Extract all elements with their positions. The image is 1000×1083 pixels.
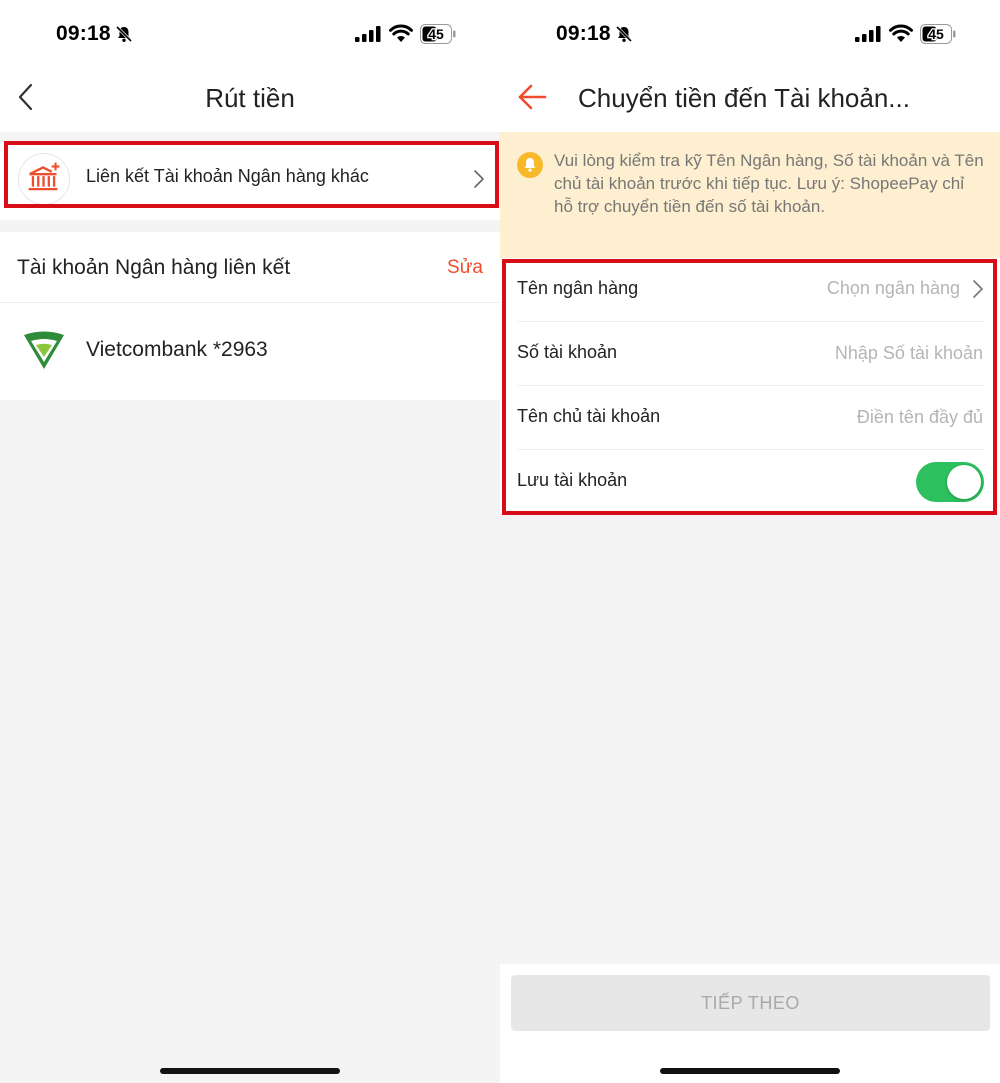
link-other-bank-row[interactable]: Liên kết Tài khoản Ngân hàng khác — [0, 142, 500, 220]
toggle-knob — [947, 465, 981, 499]
home-indicator — [160, 1068, 340, 1074]
bell-off-icon — [615, 25, 633, 43]
divider — [0, 302, 500, 303]
nav-bar: Chuyển tiền đến Tài khoản... — [500, 68, 1000, 132]
bank-account-name: Vietcombank *2963 — [86, 338, 268, 361]
wifi-icon — [889, 24, 913, 42]
battery-level: 45 — [428, 26, 444, 42]
battery-icon: 45 — [420, 24, 456, 44]
status-time: 09:18 — [556, 22, 611, 45]
link-other-bank-label: Liên kết Tài khoản Ngân hàng khác — [86, 166, 369, 186]
section-title: Tài khoản Ngân hàng liên kết — [17, 256, 291, 279]
bank-name-select[interactable]: Chọn ngân hàng — [827, 278, 960, 299]
vietcombank-logo — [24, 331, 64, 369]
bank-name-label: Tên ngân hàng — [517, 278, 639, 298]
next-button[interactable]: TIẾP THEO — [511, 975, 990, 1031]
status-time: 09:18 — [56, 22, 111, 45]
bank-name-row[interactable]: Tên ngân hàng Chọn ngân hàng — [500, 258, 1000, 322]
notice-banner: Vui lòng kiểm tra kỹ Tên Ngân hàng, Số t… — [500, 132, 1000, 258]
chevron-right-icon — [973, 280, 983, 298]
account-number-row: Số tài khoản — [500, 322, 1000, 386]
save-account-row: Lưu tài khoản — [500, 450, 1000, 514]
save-account-label: Lưu tài khoản — [517, 470, 628, 490]
bottom-action-bar: TIẾP THEO — [500, 964, 1000, 1083]
holder-name-input[interactable] — [753, 402, 983, 432]
status-bar: 09:18 45 — [0, 0, 500, 68]
page-title: Chuyển tiền đến Tài khoản... — [578, 83, 910, 113]
linked-bank-accounts: Tài khoản Ngân hàng liên kết Sửa Vietcom… — [0, 232, 500, 400]
page-title: Rút tiền — [205, 83, 295, 113]
wifi-icon — [389, 24, 413, 42]
bank-account-form: Tên ngân hàng Chọn ngân hàng Số tài khoả… — [500, 258, 1000, 514]
battery-level: 45 — [928, 26, 944, 42]
edit-button[interactable]: Sửa — [447, 257, 483, 279]
save-account-toggle[interactable] — [916, 462, 984, 502]
account-number-input[interactable] — [753, 338, 983, 368]
home-indicator — [660, 1068, 840, 1074]
chevron-right-icon — [474, 170, 484, 188]
bank-add-icon — [18, 153, 70, 205]
bell-off-icon — [115, 25, 133, 43]
back-arrow-icon[interactable] — [516, 82, 548, 112]
notice-text: Vui lòng kiểm tra kỹ Tên Ngân hàng, Số t… — [554, 151, 984, 216]
cellular-signal-icon — [355, 26, 381, 42]
holder-name-row: Tên chủ tài khoản — [500, 386, 1000, 450]
account-number-label: Số tài khoản — [517, 342, 618, 362]
withdraw-screen: 09:18 45 Rút tiền Liên kết Tài khoản Ngâ… — [0, 0, 500, 1083]
nav-bar: Rút tiền — [0, 68, 500, 132]
holder-name-label: Tên chủ tài khoản — [517, 406, 661, 426]
bell-icon — [517, 152, 543, 178]
status-bar: 09:18 45 — [500, 0, 1000, 68]
battery-icon: 45 — [920, 24, 956, 44]
cellular-signal-icon — [855, 26, 881, 42]
transfer-to-account-screen: 09:18 45 Chuyển tiền đến Tài khoản... Vu… — [500, 0, 1000, 1083]
